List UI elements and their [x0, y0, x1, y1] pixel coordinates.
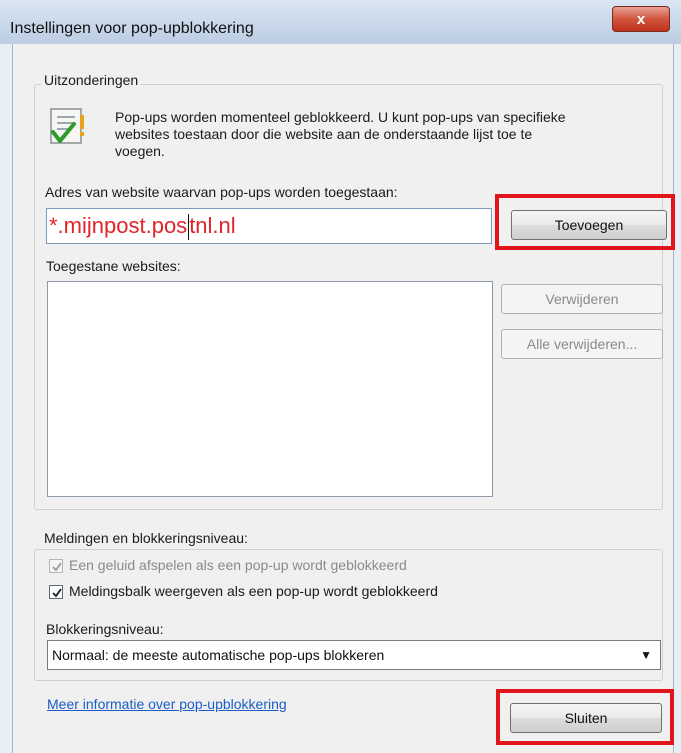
- check-icon: [52, 588, 62, 598]
- close-icon[interactable]: x: [612, 6, 670, 32]
- check-icon: [52, 562, 62, 572]
- more-info-link[interactable]: Meer informatie over pop-upblokkering: [47, 696, 287, 712]
- play-sound-label: Een geluid afspelen als een pop-up wordt…: [69, 557, 407, 573]
- address-label: Adres van website waarvan pop-ups worden…: [45, 184, 398, 200]
- allowed-sites-label: Toegestane websites:: [46, 258, 181, 274]
- remove-all-button[interactable]: Alle verwijderen...: [501, 329, 663, 359]
- window-title: Instellingen voor pop-upblokkering: [10, 20, 254, 37]
- window-frame: Uitzonderingen Pop-ups worden momenteel …: [0, 44, 681, 753]
- play-sound-checkbox[interactable]: [49, 559, 63, 573]
- checklist-icon: [47, 106, 91, 153]
- address-value-start: *.mijnpost.pos: [49, 213, 188, 238]
- exceptions-info-text: Pop-ups worden momenteel geblokkeerd. U …: [115, 109, 655, 160]
- website-address-input[interactable]: *.mijnpost.postnl.nl: [46, 208, 492, 244]
- add-button[interactable]: Toevoegen: [511, 210, 667, 240]
- close-button[interactable]: Sluiten: [510, 703, 662, 733]
- dialog-client-area: Uitzonderingen Pop-ups worden momenteel …: [12, 44, 675, 753]
- info-line: Pop-ups worden momenteel geblokkeerd. U …: [115, 109, 566, 125]
- show-notification-bar-label: Meldingsbalk weergeven als een pop-up wo…: [69, 583, 438, 599]
- notifications-group-label: Meldingen en blokkeringsniveau:: [41, 530, 251, 546]
- show-notification-bar-checkbox[interactable]: [49, 585, 63, 599]
- info-line: websites toestaan door die website aan d…: [115, 126, 533, 142]
- chevron-down-icon: ▼: [640, 648, 652, 662]
- exceptions-group-label: Uitzonderingen: [41, 72, 142, 88]
- address-value-end: tnl.nl: [189, 213, 236, 238]
- title-bar[interactable]: Instellingen voor pop-upblokkering x: [0, 0, 681, 45]
- remove-button[interactable]: Verwijderen: [501, 284, 663, 314]
- allowed-sites-list[interactable]: [47, 281, 493, 497]
- blocking-level-value: Normaal: de meeste automatische pop-ups …: [52, 647, 385, 663]
- blocking-level-select[interactable]: Normaal: de meeste automatische pop-ups …: [47, 640, 661, 670]
- close-glyph: x: [636, 10, 646, 28]
- blocking-level-label: Blokkeringsniveau:: [46, 621, 164, 637]
- info-line: voegen.: [115, 143, 165, 159]
